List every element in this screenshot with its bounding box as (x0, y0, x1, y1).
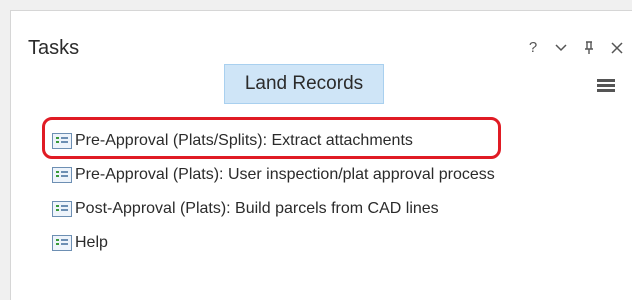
task-item-extract-attachments[interactable]: Pre-Approval (Plats/Splits): Extract att… (52, 124, 495, 158)
pane-title-controls: ? (526, 38, 624, 58)
task-icon (52, 133, 72, 149)
task-label: Pre-Approval (Plats): User inspection/pl… (75, 166, 495, 183)
task-label: Pre-Approval (Plats/Splits): Extract att… (75, 132, 413, 149)
pane-title: Tasks (28, 37, 80, 59)
task-item-user-inspection[interactable]: Pre-Approval (Plats): User inspection/pl… (52, 158, 495, 192)
pin-icon[interactable] (582, 38, 596, 58)
options-dropdown-icon[interactable] (554, 38, 568, 58)
task-list: Pre-Approval (Plats/Splits): Extract att… (52, 124, 495, 260)
close-icon[interactable] (610, 38, 624, 58)
task-item-help[interactable]: Help (52, 226, 495, 260)
task-icon (52, 167, 72, 183)
task-label: Post-Approval (Plats): Build parcels fro… (75, 200, 439, 217)
help-icon[interactable]: ? (526, 38, 540, 58)
task-item-build-parcels[interactable]: Post-Approval (Plats): Build parcels fro… (52, 192, 495, 226)
project-tab-land-records[interactable]: Land Records (224, 64, 384, 104)
task-icon (52, 201, 72, 217)
task-label: Help (75, 234, 108, 251)
tasks-window: Tasks ? Land Records Pre-Approval (Plats… (0, 0, 632, 300)
task-icon (52, 235, 72, 251)
menu-icon[interactable] (597, 79, 615, 93)
